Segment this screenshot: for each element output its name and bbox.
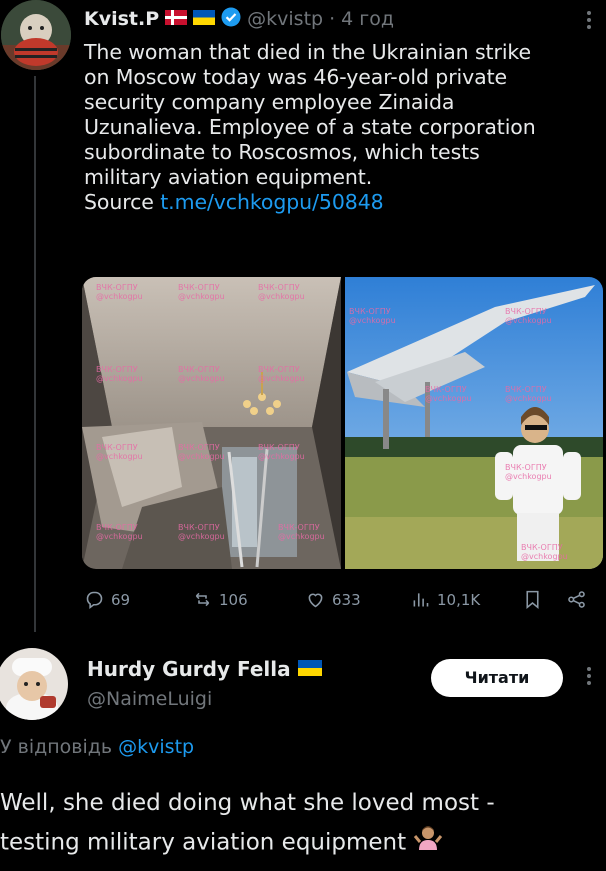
- repost-count: 106: [219, 590, 248, 609]
- bookmark-button[interactable]: [522, 589, 543, 610]
- tweet-text-line: Uzunalieva. Employee of a state corporat…: [84, 115, 536, 139]
- watermark: ВЧК-ОГПУ @vchkogpu: [258, 365, 305, 383]
- watermark: ВЧК-ОГПУ @vchkogpu: [96, 443, 143, 461]
- views-bar-chart-icon: [413, 593, 429, 607]
- reply-text-line: Well, she died doing what she loved most…: [0, 790, 495, 816]
- reply-author-name[interactable]: Hurdy Gurdy Fella: [87, 657, 291, 681]
- views-count: 10,1K: [437, 590, 481, 609]
- person-shrugging-emoji-icon: [413, 822, 443, 864]
- tweet-text-line: military aviation equipment.: [84, 165, 373, 189]
- like-button[interactable]: 633: [305, 589, 361, 610]
- watermark: ВЧК-ОГПУ @vchkogpu: [521, 543, 568, 561]
- share-icon: [568, 591, 585, 608]
- watermark: ВЧК-ОГПУ @vchkogpu: [96, 283, 143, 301]
- share-button[interactable]: [566, 589, 587, 610]
- reply-author-avatar[interactable]: [0, 648, 68, 720]
- verified-badge-icon: [221, 7, 241, 32]
- watermark: ВЧК-ОГПУ @vchkogpu: [96, 523, 143, 541]
- watermark: ВЧК-ОГПУ @vchkogpu: [178, 523, 225, 541]
- flag-ukraine-icon: [193, 8, 216, 30]
- watermark: ВЧК-ОГПУ @vchkogpu: [178, 443, 225, 461]
- reply-more-options-icon[interactable]: [583, 664, 595, 688]
- views-button[interactable]: 10,1K: [410, 589, 480, 610]
- tweet-timestamp[interactable]: 4 год: [341, 8, 394, 30]
- media-image-aircraft-woman[interactable]: ВЧК-ОГПУ @vchkogpu ВЧК-ОГПУ @vchkogpu ВЧК-…: [345, 277, 603, 569]
- replying-to-line: У відповідь @kvistp: [0, 736, 194, 758]
- media-image-damaged-room[interactable]: ВЧК-ОГПУ @vchkogpu ВЧК-ОГПУ @vchkogpu ВЧК-…: [82, 277, 341, 569]
- author-handle[interactable]: @kvistp: [247, 8, 323, 30]
- watermark: ВЧК-ОГПУ @vchkogpu: [505, 307, 552, 325]
- author-name[interactable]: Kvist.P: [84, 8, 159, 30]
- tweet-text-line: The woman that died in the Ukrainian str…: [84, 40, 531, 64]
- watermark: ВЧК-ОГПУ @vchkogpu: [278, 523, 325, 541]
- tweet-text-line: security company employee Zinaida: [84, 90, 455, 114]
- watermark: ВЧК-ОГПУ @vchkogpu: [178, 283, 225, 301]
- repost-button[interactable]: 106: [192, 589, 248, 610]
- reply-text-line: testing military aviation equipment: [0, 829, 407, 856]
- reply-header: Hurdy Gurdy Fella: [87, 657, 322, 681]
- watermark: ВЧК-ОГПУ @vchkogpu: [425, 385, 472, 403]
- reply-count: 69: [111, 590, 131, 609]
- tweet-source-line: Source t.me/vchkogpu/50848: [84, 190, 599, 215]
- more-options-icon[interactable]: [583, 8, 595, 32]
- tweet-body: The woman that died in the Ukrainian str…: [84, 40, 599, 215]
- watermark: ВЧК-ОГПУ @vchkogpu: [505, 463, 552, 481]
- tweet-header: Kvist.P @kvistp · 4 год: [84, 6, 394, 32]
- like-count: 633: [332, 590, 361, 609]
- tweet-text-line: on Moscow today was 46-year-old private: [84, 65, 508, 89]
- watermark: ВЧК-ОГПУ @vchkogpu: [178, 365, 225, 383]
- thread-connector-line: [34, 76, 36, 632]
- replying-to-prefix: У відповідь: [0, 736, 113, 758]
- author-avatar[interactable]: [1, 0, 71, 70]
- repost-icon: [195, 592, 210, 607]
- watermark: ВЧК-ОГПУ @vchkogpu: [505, 385, 552, 403]
- reply-text-line-with-emoji: testing military aviation equipment: [0, 822, 606, 864]
- watermark: ВЧК-ОГПУ @vchkogpu: [258, 283, 305, 301]
- source-link[interactable]: t.me/vchkogpu/50848: [160, 190, 383, 214]
- heart-icon: [308, 593, 323, 608]
- follow-button[interactable]: Читати: [431, 659, 563, 697]
- reply-icon: [86, 591, 103, 609]
- header-separator: ·: [329, 8, 336, 30]
- bookmark-icon: [526, 590, 539, 610]
- reply-body: Well, she died doing what she loved most…: [0, 784, 606, 864]
- watermark: ВЧК-ОГПУ @vchkogpu: [258, 443, 305, 461]
- watermark: ВЧК-ОГПУ @vchkogpu: [96, 365, 143, 383]
- reply-author-handle[interactable]: @NaimeLuigi: [87, 688, 212, 710]
- replying-to-handle[interactable]: @kvistp: [118, 736, 194, 758]
- flag-denmark-icon: [165, 8, 188, 30]
- watermark: ВЧК-ОГПУ @vchkogpu: [349, 307, 396, 325]
- tweet-text-line: subordinate to Roscosmos, which tests: [84, 140, 480, 164]
- source-label: Source: [84, 190, 154, 214]
- reply-button[interactable]: 69: [84, 589, 130, 610]
- flag-ukraine-icon: [297, 657, 322, 681]
